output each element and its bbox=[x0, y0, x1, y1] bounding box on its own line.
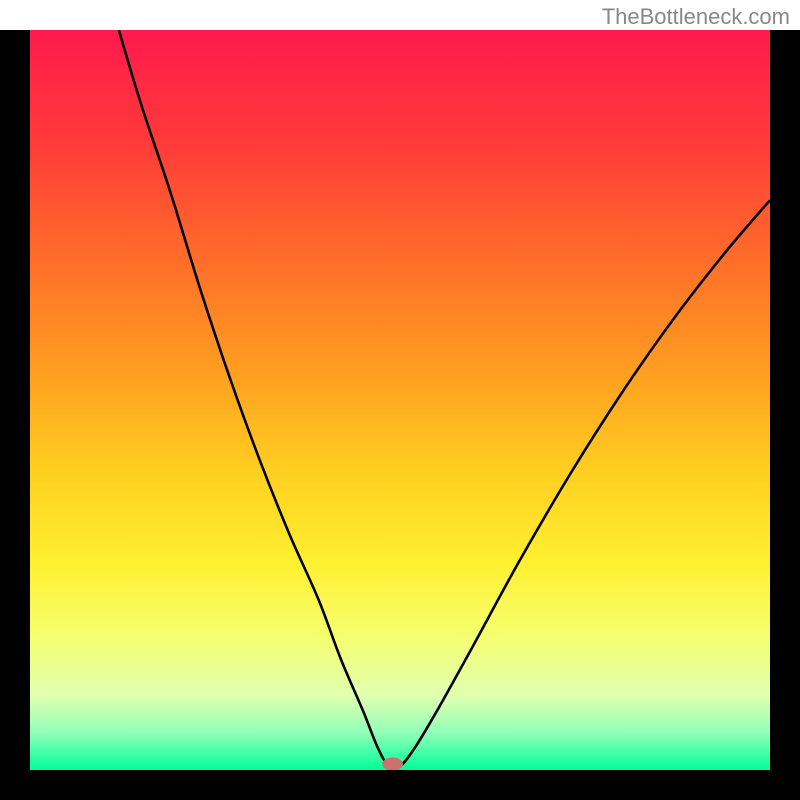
watermark-text: TheBottleneck.com bbox=[602, 4, 790, 30]
plot-frame bbox=[0, 30, 800, 800]
chart-svg bbox=[30, 30, 770, 770]
chart-container: TheBottleneck.com bbox=[0, 0, 800, 800]
plot-area bbox=[30, 30, 770, 770]
gradient-background bbox=[30, 30, 770, 770]
